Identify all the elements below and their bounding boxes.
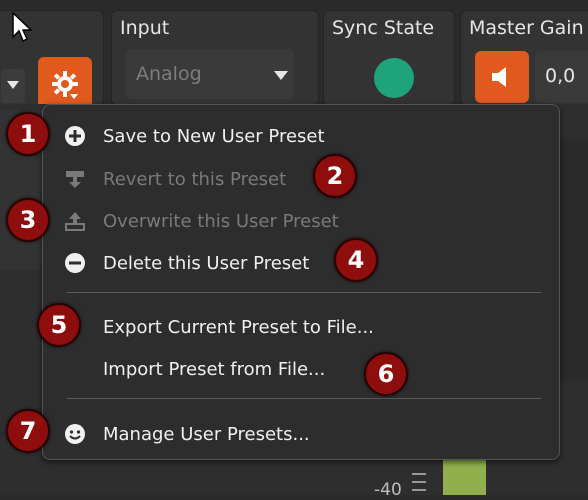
callout-badge-2: 2 bbox=[313, 154, 357, 198]
gain-panel: Master Gain 0,0 bbox=[460, 10, 588, 106]
gain-value: 0,0 bbox=[545, 65, 576, 87]
meter-scale-label: -40 bbox=[374, 480, 402, 500]
callout-badge-7: 7 bbox=[6, 409, 50, 453]
menu-item-label: Save to New User Preset bbox=[103, 125, 325, 147]
preset-context-menu: Save to New User Preset Revert to this P… bbox=[42, 104, 560, 460]
sync-status-indicator bbox=[374, 58, 414, 98]
input-select-value: Analog bbox=[136, 63, 202, 85]
caret-down-icon bbox=[7, 81, 19, 89]
menu-item-overwrite-preset[interactable]: Overwrite this User Preset bbox=[61, 205, 541, 237]
mute-button[interactable] bbox=[475, 51, 529, 103]
input-title: Input bbox=[120, 17, 170, 39]
callout-badge-6: 6 bbox=[364, 352, 408, 396]
speaker-icon bbox=[492, 67, 506, 87]
preset-caret-button[interactable] bbox=[1, 69, 25, 103]
callout-badge-4: 4 bbox=[334, 238, 378, 282]
overwrite-icon bbox=[61, 207, 89, 235]
sync-title: Sync State bbox=[332, 17, 435, 39]
menu-item-label: Manage User Presets... bbox=[103, 423, 310, 445]
menu-item-manage-presets[interactable]: Manage User Presets... bbox=[61, 418, 541, 450]
callout-badge-1: 1 bbox=[6, 112, 50, 156]
menu-item-label: Overwrite this User Preset bbox=[103, 210, 339, 232]
menu-item-revert-preset[interactable]: Revert to this Preset bbox=[61, 163, 541, 195]
callout-badge-3: 3 bbox=[6, 198, 50, 242]
plus-circle-icon bbox=[61, 122, 89, 150]
menu-item-export-preset[interactable]: Export Current Preset to File... bbox=[61, 311, 541, 343]
menu-item-label: Revert to this Preset bbox=[103, 168, 287, 190]
menu-separator bbox=[67, 398, 541, 399]
sync-panel: Sync State bbox=[323, 10, 455, 106]
revert-icon bbox=[61, 165, 89, 193]
toolbar: Input Analog Sync State Master Gain 0,0 bbox=[0, 0, 588, 113]
gear-icon bbox=[52, 71, 78, 99]
menu-item-import-preset[interactable]: Import Preset from File... bbox=[61, 353, 541, 385]
meter-ticks bbox=[412, 473, 426, 491]
menu-item-label: Import Preset from File... bbox=[103, 358, 326, 380]
minus-circle-icon bbox=[61, 249, 89, 277]
menu-item-save-new-preset[interactable]: Save to New User Preset bbox=[61, 120, 541, 152]
menu-item-label: Export Current Preset to File... bbox=[103, 316, 374, 338]
menu-item-delete-preset[interactable]: Delete this User Preset bbox=[61, 247, 541, 279]
callout-badge-5: 5 bbox=[37, 303, 81, 347]
mouse-pointer-icon bbox=[12, 12, 33, 43]
input-panel: Input Analog bbox=[111, 10, 319, 106]
input-select[interactable]: Analog bbox=[126, 49, 294, 99]
menu-item-label: Delete this User Preset bbox=[103, 252, 310, 274]
menu-separator bbox=[67, 292, 541, 293]
smiley-icon bbox=[61, 420, 89, 448]
level-meter-bar bbox=[443, 455, 486, 495]
chevron-down-icon bbox=[274, 71, 288, 80]
gain-input[interactable]: 0,0 bbox=[535, 51, 588, 103]
gain-title: Master Gain bbox=[469, 17, 584, 39]
